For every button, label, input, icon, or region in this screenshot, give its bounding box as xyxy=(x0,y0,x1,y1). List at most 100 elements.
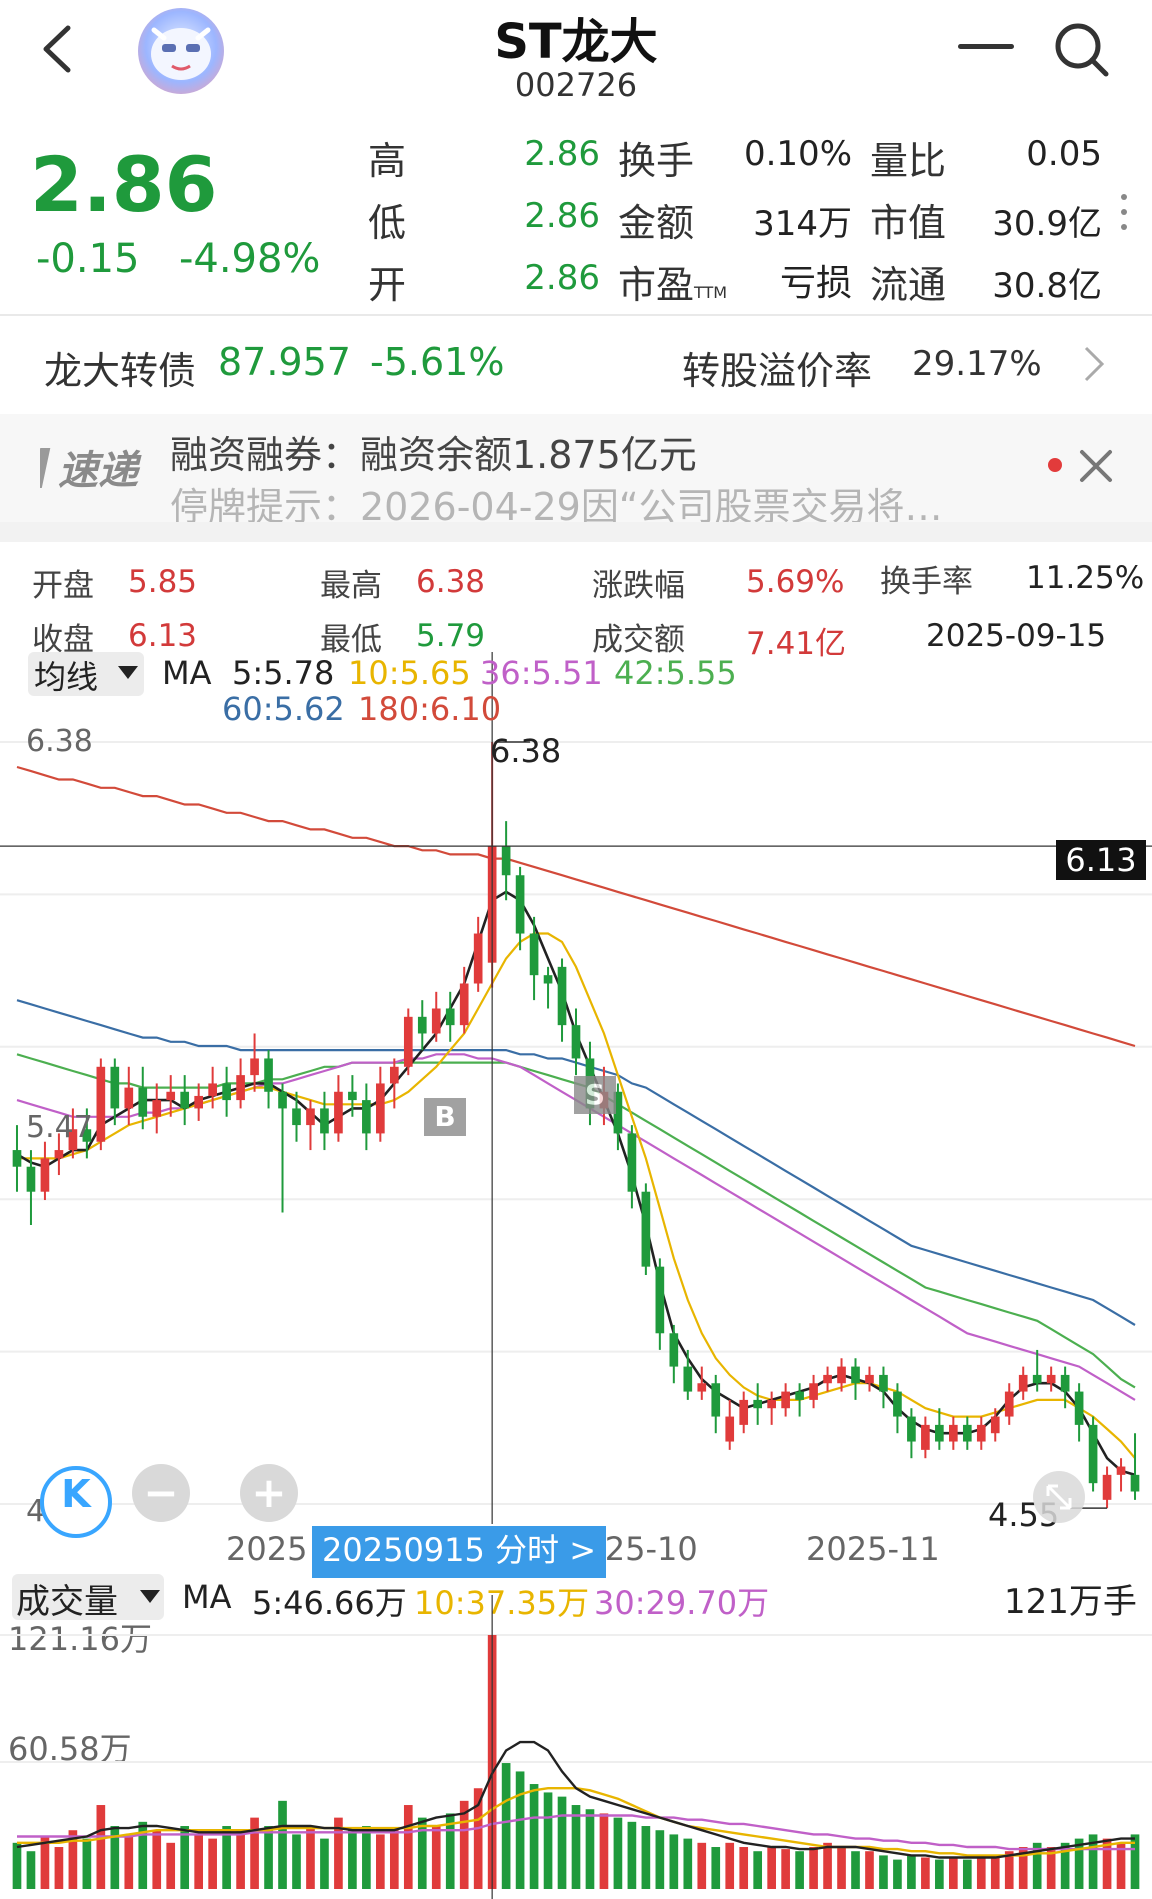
ma180-value: 180:6.10 xyxy=(358,690,502,728)
volume-bar xyxy=(515,1771,525,1889)
candle-body xyxy=(445,1008,455,1026)
volume-bar xyxy=(599,1813,609,1889)
candle-body xyxy=(376,1083,385,1134)
candle-body xyxy=(1130,1474,1140,1492)
candle-body xyxy=(809,1383,818,1400)
volume-bar xyxy=(641,1826,651,1889)
candle-body xyxy=(1018,1374,1028,1392)
stat-value-market-cap: 30.9亿 xyxy=(992,204,1102,244)
volume-bar xyxy=(655,1830,665,1889)
candle-body xyxy=(1102,1474,1112,1500)
zoom-in-button[interactable]: + xyxy=(240,1464,298,1522)
remove-watchlist-icon[interactable] xyxy=(958,44,1014,49)
volume-bar xyxy=(976,1857,986,1889)
day-open-label: 开盘 xyxy=(32,568,94,604)
candle-body xyxy=(1004,1391,1014,1417)
stat-label-open: 开 xyxy=(368,263,407,307)
volume-bar xyxy=(669,1834,679,1889)
volume-bar xyxy=(389,1830,399,1889)
candle-body xyxy=(264,1058,273,1092)
close-icon[interactable] xyxy=(1078,448,1114,484)
volume-bar xyxy=(711,1847,721,1889)
candle-body xyxy=(795,1391,804,1400)
volume-bar xyxy=(82,1838,92,1889)
candle-body xyxy=(669,1333,679,1367)
candle-body xyxy=(26,1166,36,1192)
buy-marker[interactable]: B xyxy=(424,1098,466,1136)
stat-label-float-cap: 流通 xyxy=(870,263,947,307)
caret-down-icon xyxy=(118,666,138,679)
volume-bar xyxy=(96,1805,106,1889)
candle-body xyxy=(893,1391,902,1417)
volume-bar xyxy=(753,1851,763,1889)
volume-bar xyxy=(306,1826,315,1889)
price-change-abs: -0.15 xyxy=(36,236,140,282)
max-price-annotation: 6.38 xyxy=(490,732,562,770)
y-axis-top-label: 6.38 xyxy=(26,724,93,759)
candle-body xyxy=(962,1424,972,1442)
convertible-bond-change: -5.61% xyxy=(370,340,505,384)
x-axis-label-2025: 2025 xyxy=(226,1530,308,1568)
ma36-value: 36:5.51 xyxy=(480,654,603,692)
candle-body xyxy=(1060,1374,1070,1392)
volume-bar xyxy=(557,1796,567,1889)
stat-value-open: 2.86 xyxy=(524,258,600,298)
ma-label: MA xyxy=(162,654,212,692)
volume-bar xyxy=(823,1842,832,1889)
convertible-bond-name: 龙大转债 xyxy=(44,349,197,393)
stat-label-volume-ratio: 量比 xyxy=(870,139,947,183)
candle-body xyxy=(683,1366,693,1392)
candle-body xyxy=(389,1066,399,1084)
volume-bar xyxy=(851,1851,860,1889)
chevron-right-icon[interactable] xyxy=(1078,342,1108,386)
candle-body xyxy=(739,1399,749,1425)
volume-bar xyxy=(12,1842,22,1889)
candle-body xyxy=(124,1087,134,1109)
fullscreen-expand-icon[interactable] xyxy=(1032,1470,1086,1524)
stat-value-amount: 314万 xyxy=(753,204,852,244)
day-turnover-value: 11.25% xyxy=(1026,560,1145,596)
day-change-value: 5.69% xyxy=(746,564,845,600)
current-price: 2.86 xyxy=(30,140,218,229)
candle-body xyxy=(459,983,469,1026)
volume-bar xyxy=(795,1851,804,1889)
stat-label-high: 高 xyxy=(368,139,407,183)
candle-body xyxy=(194,1095,203,1109)
volume-bar xyxy=(725,1842,735,1889)
volume-bar xyxy=(236,1830,245,1889)
candle-body xyxy=(711,1383,721,1417)
convertible-bond-price: 87.957 xyxy=(218,340,351,384)
candle-body xyxy=(851,1366,860,1384)
section-spacer xyxy=(0,522,1152,542)
volume-bar xyxy=(990,1855,1000,1889)
volume-bar xyxy=(26,1851,36,1889)
stat-label-pe-text: 市盈 xyxy=(618,263,695,307)
news-express-logo: 速递 xyxy=(31,440,155,494)
stat-value-float-cap: 30.8亿 xyxy=(992,266,1102,306)
zoom-out-button[interactable]: − xyxy=(132,1464,190,1522)
volume-bar xyxy=(501,1763,511,1889)
search-icon[interactable] xyxy=(1052,20,1112,80)
volume-bar xyxy=(781,1849,790,1889)
candle-body xyxy=(12,1150,22,1167)
back-arrow-icon[interactable] xyxy=(38,22,78,76)
ma60-value: 60:5.62 xyxy=(222,690,345,728)
ma42-value: 42:5.55 xyxy=(614,654,737,692)
day-change-label: 涨跌幅 xyxy=(592,568,685,604)
more-dots-icon[interactable] xyxy=(1120,192,1128,232)
candle-body xyxy=(515,875,525,934)
sell-marker[interactable]: S xyxy=(574,1076,616,1114)
candle-body xyxy=(823,1374,832,1384)
stat-label-turnover: 换手 xyxy=(618,139,695,183)
candle-body xyxy=(879,1374,888,1392)
candle-body xyxy=(1074,1391,1084,1425)
volume-bar xyxy=(613,1817,623,1889)
volume-bar xyxy=(529,1784,539,1889)
volume-bar xyxy=(208,1838,217,1889)
date-intraday-tag[interactable]: 20250915 分时 > xyxy=(312,1526,607,1578)
mascot-avatar-icon[interactable] xyxy=(138,8,224,94)
volume-bar xyxy=(348,1830,357,1889)
candle-body xyxy=(935,1424,944,1442)
news-line-margin: 融资融券：融资余额1.875亿元 xyxy=(170,433,697,477)
candle-body xyxy=(417,1016,427,1034)
